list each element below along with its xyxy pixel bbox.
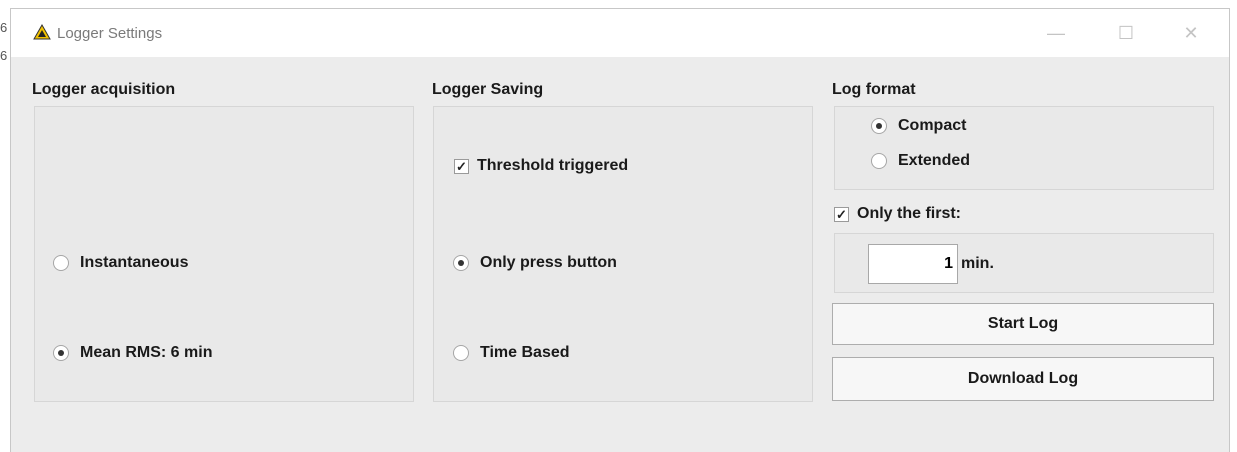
radio-compact[interactable]: Compact [871, 117, 966, 135]
checkbox-checked[interactable]: ✓ [454, 158, 469, 174]
radio-only-press-button[interactable]: Only press button [453, 254, 617, 272]
radio-instantaneous-label: Instantaneous [80, 254, 189, 271]
radio-time-based[interactable]: Time Based [453, 344, 570, 362]
threshold-checkbox[interactable]: ✓ Threshold triggered [454, 157, 628, 175]
radio-extended-label: Extended [898, 152, 971, 169]
radio-mean-rms-label: Mean RMS: 6 min [80, 344, 213, 361]
window-title: Logger Settings [57, 25, 163, 42]
saving-label: Logger Saving [432, 81, 544, 98]
radio-button[interactable] [871, 153, 887, 169]
threshold-label: Threshold triggered [477, 157, 629, 174]
start-log-button[interactable]: Start Log [832, 303, 1214, 345]
format-label: Log format [832, 81, 916, 98]
radio-button[interactable] [53, 345, 69, 361]
background-window-fragment: 6 [0, 48, 8, 63]
radio-extended[interactable]: Extended [871, 152, 970, 170]
acquisition-label: Logger acquisition [32, 81, 176, 98]
radio-time-based-label: Time Based [480, 344, 570, 361]
radio-button[interactable] [453, 345, 469, 361]
background-window-fragment: 6 [0, 20, 8, 35]
title-bar: Logger Settings — ☐ ✕ [11, 9, 1229, 57]
only-first-label: Only the first: [857, 205, 962, 222]
radio-button[interactable] [453, 255, 469, 271]
checkbox-checked[interactable]: ✓ [834, 206, 849, 222]
maximize-button[interactable]: ☐ [1111, 19, 1141, 47]
close-button[interactable]: ✕ [1176, 19, 1206, 47]
radio-only-press-label: Only press button [480, 254, 617, 271]
warning-icon [33, 24, 51, 40]
minutes-unit: min. [961, 255, 994, 272]
radio-button[interactable] [871, 118, 887, 134]
minimize-button[interactable]: — [1041, 19, 1071, 47]
minutes-input[interactable] [868, 244, 958, 284]
radio-compact-label: Compact [898, 117, 967, 134]
download-log-button[interactable]: Download Log [832, 357, 1214, 401]
radio-instantaneous[interactable]: Instantaneous [53, 254, 188, 272]
radio-button[interactable] [53, 255, 69, 271]
radio-mean-rms[interactable]: Mean RMS: 6 min [53, 344, 212, 362]
only-first-checkbox[interactable]: ✓ Only the first: [834, 205, 961, 223]
logger-settings-window: Logger Settings — ☐ ✕ Logger acquisition… [10, 8, 1230, 452]
